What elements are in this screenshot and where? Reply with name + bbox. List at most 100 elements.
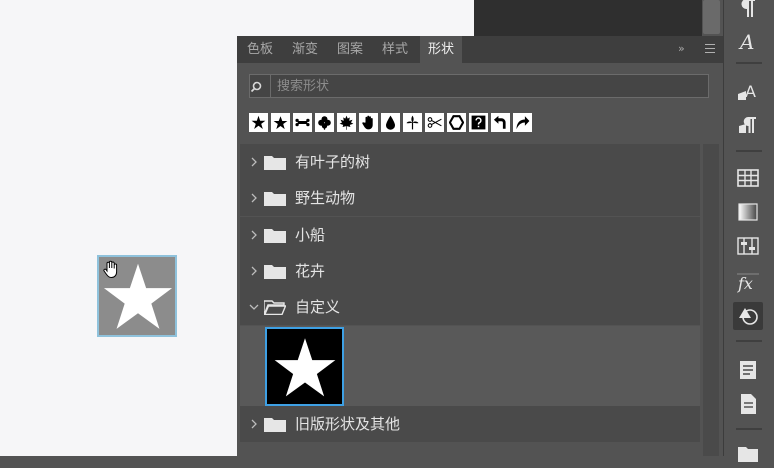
- chevron-right-icon: [251, 230, 257, 240]
- document-tab-strip: [474, 0, 702, 36]
- table-icon: [737, 169, 759, 187]
- svg-text:fx: fx: [737, 274, 753, 293]
- svg-text:A: A: [738, 30, 754, 53]
- notes-icon: [740, 361, 756, 379]
- shapes-icon: [739, 308, 758, 325]
- shape-group-custom[interactable]: 自定义: [240, 289, 700, 325]
- folder-icon: [264, 229, 286, 243]
- shapes-panel: 色板 渐变 图案 样式 形状 » 搜索形状 有叶子的树 野生动物 小船 花卉 自…: [237, 36, 723, 456]
- shape-group-label: 有叶子的树: [295, 153, 371, 171]
- question-icon: [471, 115, 486, 130]
- chevron-down-icon: [249, 304, 259, 310]
- shapes-panel-button[interactable]: [733, 302, 763, 330]
- recent-shape-question[interactable]: [469, 113, 488, 132]
- star-5-icon: [273, 116, 288, 130]
- shape-group-wild-animals[interactable]: 野生动物: [240, 180, 700, 216]
- recent-shape-star-5[interactable]: [271, 113, 290, 132]
- gradient-icon: [738, 203, 758, 221]
- toolbar-separator: [736, 62, 762, 64]
- tab-styles[interactable]: 样式: [375, 36, 415, 63]
- canvas-star-shape[interactable]: [97, 255, 177, 337]
- recent-shape-hexagon[interactable]: [447, 113, 466, 132]
- drop-icon: [386, 115, 395, 130]
- character-styles-button[interactable]: A: [733, 78, 763, 106]
- toolbar-scroll-thumb[interactable]: [703, 0, 720, 34]
- toolbar-separator: [736, 340, 762, 342]
- recent-shape-clover[interactable]: [315, 113, 334, 132]
- panel-scrollbar[interactable]: [703, 144, 719, 456]
- recent-shape-curved-arrow[interactable]: [513, 113, 532, 132]
- custom-star-shape-thumbnail[interactable]: [265, 327, 344, 406]
- collapse-panels-button[interactable]: »: [678, 42, 692, 56]
- tab-gradients[interactable]: 渐变: [285, 36, 325, 63]
- folder-icon: [264, 265, 286, 279]
- recent-shape-maple-leaf[interactable]: [337, 113, 356, 132]
- turn-left-arrow-icon: [493, 115, 506, 129]
- fleur-icon: [406, 115, 419, 130]
- character-panel-button[interactable]: A: [733, 27, 763, 55]
- shape-group-label: 小船: [295, 226, 326, 244]
- star-icon: [251, 115, 266, 129]
- chevron-right-icon: [251, 193, 257, 203]
- chevron-right-icon: [251, 266, 257, 276]
- hand-icon: [362, 115, 373, 130]
- paragraph-panel-button[interactable]: [733, 0, 763, 22]
- chevron-right-icon: [251, 157, 257, 167]
- libraries-panel-button[interactable]: [733, 440, 763, 468]
- shape-group-label: 花卉: [295, 262, 326, 280]
- panels-toolbar: A A fx: [723, 0, 774, 462]
- search-input[interactable]: [270, 75, 708, 97]
- toolbar-separator: [736, 150, 762, 152]
- scissors-icon: [427, 117, 442, 128]
- paragraph-styles-icon: [739, 117, 756, 133]
- document-canvas-top: [237, 0, 474, 36]
- recent-shape-star[interactable]: [249, 113, 268, 132]
- clover-icon: [318, 116, 331, 130]
- toolbar-separator: [736, 428, 762, 430]
- panel-menu-icon[interactable]: [705, 44, 715, 54]
- adjustments-panel-button[interactable]: [733, 232, 763, 260]
- recent-shape-scissors[interactable]: [425, 113, 444, 132]
- bone-icon: [295, 118, 310, 127]
- shape-group-flowers[interactable]: 花卉: [240, 253, 700, 289]
- table-panel-button[interactable]: [733, 164, 763, 192]
- folder-icon: [738, 447, 758, 462]
- shape-group-boats[interactable]: 小船: [240, 217, 700, 253]
- tab-shapes[interactable]: 形状: [420, 36, 462, 63]
- tab-swatches[interactable]: 色板: [240, 36, 280, 63]
- chevron-right-icon: [251, 419, 257, 429]
- shape-group-label: 野生动物: [295, 189, 356, 207]
- fx-styles-button[interactable]: fx: [733, 268, 763, 296]
- curved-arrow-icon: [516, 116, 530, 130]
- document-canvas[interactable]: [0, 0, 237, 456]
- shape-group-label: 自定义: [295, 298, 341, 316]
- adjustments-icon: [737, 237, 759, 255]
- paragraph-icon: [741, 0, 755, 17]
- tab-patterns[interactable]: 图案: [330, 36, 370, 63]
- folder-icon: [264, 156, 286, 170]
- recent-shape-turn-left-arrow[interactable]: [491, 113, 510, 132]
- recent-shape-hand[interactable]: [359, 113, 378, 132]
- maple-leaf-icon: [339, 115, 354, 130]
- search-icon: [250, 81, 262, 93]
- shape-group-trees[interactable]: 有叶子的树: [240, 144, 700, 180]
- gradient-panel-button[interactable]: [733, 198, 763, 226]
- svg-text:A: A: [745, 82, 756, 101]
- hexagon-icon: [449, 115, 464, 130]
- shape-group-legacy[interactable]: 旧版形状及其他: [240, 406, 700, 442]
- shape-group-label: 旧版形状及其他: [295, 415, 401, 433]
- document-panel-button[interactable]: [733, 390, 763, 418]
- recent-shape-fleur[interactable]: [403, 113, 422, 132]
- folder-icon: [264, 192, 286, 206]
- search-box: [249, 74, 709, 98]
- character-styles-icon: A: [738, 82, 756, 101]
- fx-icon: fx: [737, 273, 759, 293]
- character-icon: A: [738, 30, 754, 53]
- document-icon: [741, 394, 756, 414]
- paragraph-styles-button[interactable]: [733, 112, 763, 140]
- custom-shapes-grid: [240, 326, 700, 406]
- recent-shape-drop[interactable]: [381, 113, 400, 132]
- recent-shape-bone[interactable]: [293, 113, 312, 132]
- notes-panel-button[interactable]: [733, 356, 763, 384]
- folder-open-icon: [264, 300, 286, 315]
